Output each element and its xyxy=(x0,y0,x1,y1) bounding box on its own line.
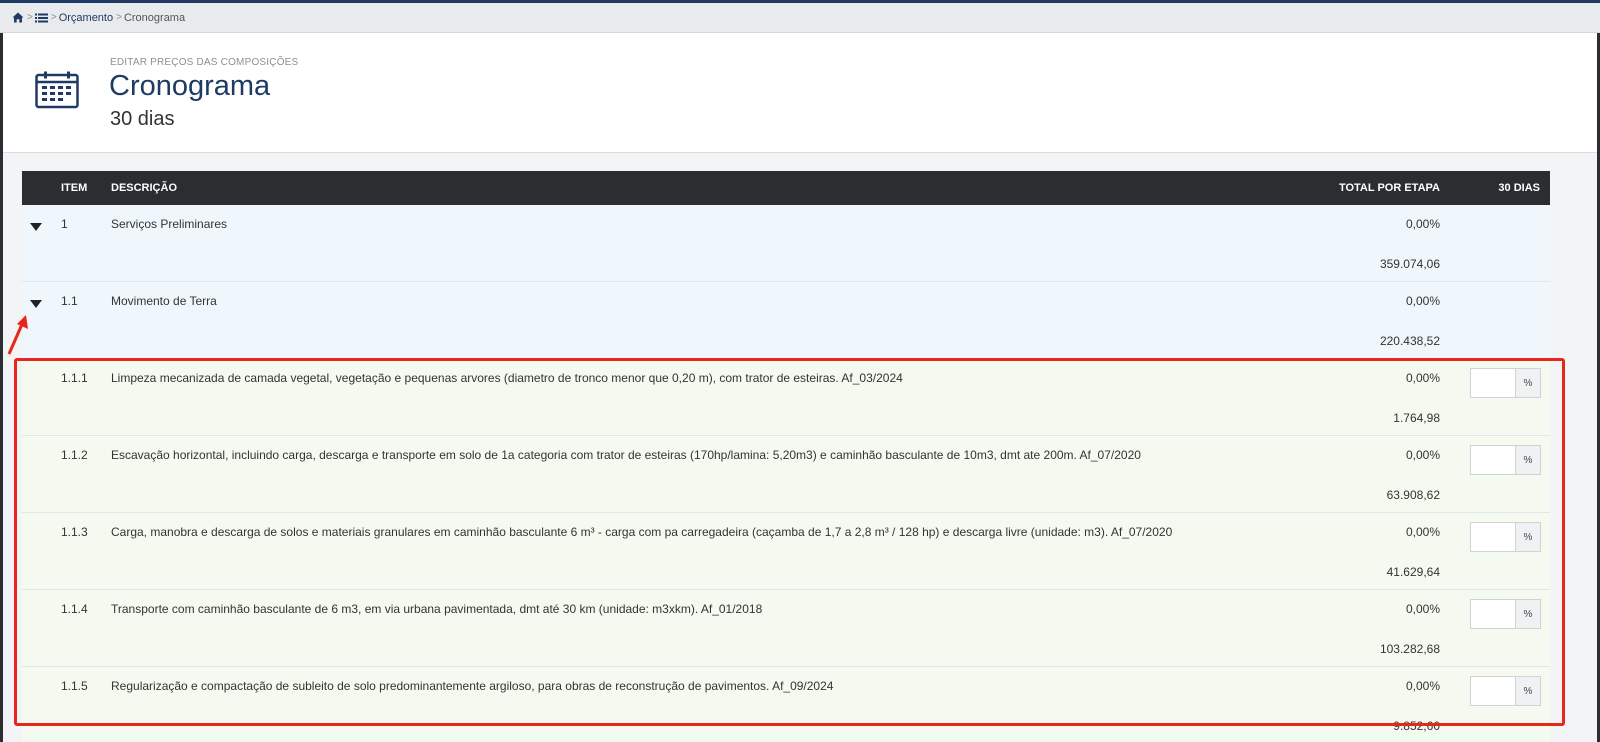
row-item-number: 1 xyxy=(61,217,68,231)
column-header-description: DESCRIÇÃO xyxy=(111,182,178,194)
row-description: Carga, manobra e descarga de solos e mat… xyxy=(111,525,1173,539)
row-percent: 0,00% xyxy=(1405,679,1440,693)
column-header-item: ITEM xyxy=(61,182,88,194)
row-percent: 0,00% xyxy=(1405,525,1440,539)
percent-suffix: % xyxy=(1515,677,1540,705)
column-header-days: 30 DIAS xyxy=(1498,182,1540,194)
page-title: Cronograma xyxy=(109,70,271,102)
percent-input-group: % xyxy=(1470,368,1541,398)
percent-input-group: % xyxy=(1470,522,1541,552)
table-row: 1.1.2 Escavação horizontal, incluindo ca… xyxy=(22,436,1550,513)
percent-suffix: % xyxy=(1515,369,1540,397)
row-total-value: 41.629,64 xyxy=(1386,565,1440,579)
table-header: ITEM DESCRIÇÃO TOTAL POR ETAPA 30 DIAS xyxy=(22,171,1550,205)
chevron-right-icon: > xyxy=(27,12,33,23)
percent-input-group: % xyxy=(1470,599,1541,629)
row-description: Movimento de Terra xyxy=(111,294,217,308)
row-description: Limpeza mecanizada de camada vegetal, ve… xyxy=(111,371,903,385)
table-row: 1.1.4 Transporte com caminhão basculante… xyxy=(22,590,1550,667)
row-description: Escavação horizontal, incluindo carga, d… xyxy=(111,448,1141,462)
percent-input[interactable] xyxy=(1471,600,1515,628)
row-percent: 0,00% xyxy=(1405,602,1440,616)
percent-input[interactable] xyxy=(1471,369,1515,397)
row-item-number: 1.1 xyxy=(61,294,78,308)
calendar-icon xyxy=(35,71,79,109)
breadcrumb-link-orcamento[interactable]: Orçamento xyxy=(59,12,113,24)
chevron-right-icon: > xyxy=(116,12,122,23)
percent-suffix: % xyxy=(1515,446,1540,474)
row-item-number: 1.1.2 xyxy=(61,448,88,462)
row-item-number: 1.1.3 xyxy=(61,525,88,539)
table-row: 1.1.5 Regularização e compactação de sub… xyxy=(22,667,1550,742)
schedule-table: ITEM DESCRIÇÃO TOTAL POR ETAPA 30 DIAS 1… xyxy=(22,171,1550,742)
row-percent: 0,00% xyxy=(1405,217,1440,231)
row-description: Regularização e compactação de subleito … xyxy=(111,679,834,693)
row-total-value: 9.852,60 xyxy=(1393,719,1440,733)
row-total-value: 103.282,68 xyxy=(1379,642,1440,656)
percent-input[interactable] xyxy=(1471,677,1515,705)
row-total-value: 359.074,06 xyxy=(1379,257,1440,271)
row-item-number: 1.1.5 xyxy=(61,679,88,693)
schedule-duration: 30 dias xyxy=(110,108,175,130)
table-row-group: 1 Serviços Preliminares 0,00% 359.074,06 xyxy=(22,205,1550,282)
row-item-number: 1.1.1 xyxy=(61,371,88,385)
percent-input-group: % xyxy=(1470,676,1541,706)
chevron-right-icon: > xyxy=(50,12,57,23)
row-percent: 0,00% xyxy=(1405,371,1440,385)
row-percent: 0,00% xyxy=(1405,294,1440,308)
breadcrumb-current: Cronograma xyxy=(123,11,186,24)
percent-input[interactable] xyxy=(1471,523,1515,551)
breadcrumb: > > Orçamento > Cronograma xyxy=(0,3,1600,33)
table-row: 1.1.3 Carga, manobra e descarga de solos… xyxy=(22,513,1550,590)
table-row-group: 1.1 Movimento de Terra 0,00% 220.438,52 xyxy=(22,282,1550,359)
row-total-value: 1.764,98 xyxy=(1393,411,1440,425)
percent-input[interactable] xyxy=(1471,446,1515,474)
row-percent: 0,00% xyxy=(1405,448,1440,462)
column-header-total: TOTAL POR ETAPA xyxy=(1338,182,1440,194)
row-item-number: 1.1.4 xyxy=(61,602,88,616)
row-total-value: 220.438,52 xyxy=(1379,334,1440,348)
page-subtitle: EDITAR PREÇOS DAS COMPOSIÇÕES xyxy=(110,57,299,68)
row-total-value: 63.908,62 xyxy=(1386,488,1440,502)
percent-suffix: % xyxy=(1515,600,1540,628)
percent-suffix: % xyxy=(1515,523,1540,551)
row-description: Serviços Preliminares xyxy=(111,217,228,231)
home-icon[interactable] xyxy=(12,12,24,23)
caret-down-icon[interactable] xyxy=(30,222,42,232)
list-icon[interactable] xyxy=(34,13,48,23)
row-description: Transporte com caminhão basculante de 6 … xyxy=(111,602,763,616)
annotation-arrow-icon xyxy=(7,315,28,355)
percent-input-group: % xyxy=(1470,445,1541,475)
page-header: EDITAR PREÇOS DAS COMPOSIÇÕES Cronograma… xyxy=(3,33,1597,153)
caret-down-icon[interactable] xyxy=(30,299,42,309)
table-row: 1.1.1 Limpeza mecanizada de camada veget… xyxy=(22,359,1550,436)
